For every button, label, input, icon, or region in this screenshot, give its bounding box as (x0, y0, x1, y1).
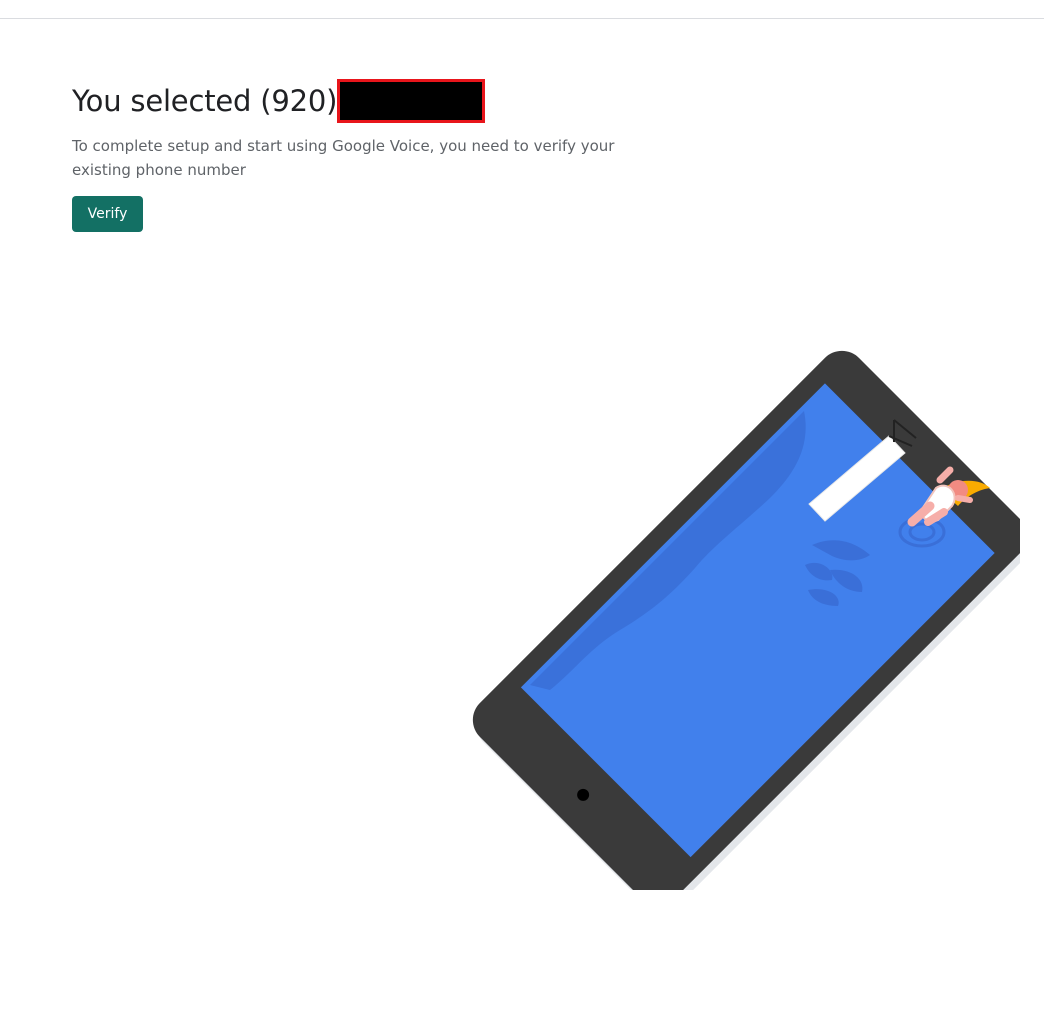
page-title-text: You selected (920) (72, 84, 338, 118)
verify-page: You selected (920) To complete setup and… (0, 0, 1044, 1015)
setup-description: To complete setup and start using Google… (72, 137, 615, 179)
top-divider (0, 18, 1044, 19)
page-title: You selected (920) (72, 78, 486, 124)
phone-pool-swimmer-illustration (472, 350, 1020, 890)
verify-button[interactable]: Verify (72, 196, 143, 232)
redacted-phone-number (337, 79, 486, 123)
phone-body (472, 350, 1020, 890)
